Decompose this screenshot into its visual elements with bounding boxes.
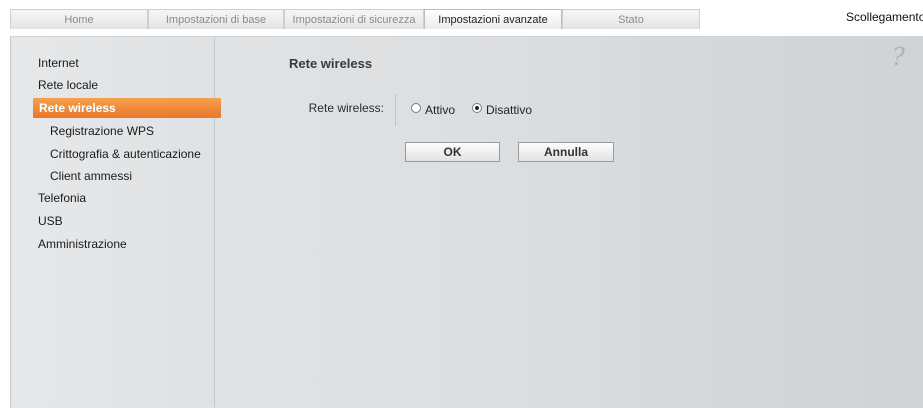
field-divider <box>395 94 396 126</box>
cancel-button[interactable]: Annulla <box>518 142 614 162</box>
tab-stato[interactable]: Stato <box>562 9 700 29</box>
sidebar-nav: Internet Rete locale Rete wireless Regis… <box>11 37 221 407</box>
sidebar-item-client-ammessi[interactable]: Client ammessi <box>50 166 132 186</box>
wireless-field-label: Rete wireless: <box>308 101 384 115</box>
radio-disattivo[interactable] <box>472 103 482 113</box>
page-title: Rete wireless <box>289 56 373 71</box>
tab-impostazioni-di-base[interactable]: Impostazioni di base <box>148 9 284 29</box>
content-frame: Internet Rete locale Rete wireless Regis… <box>10 36 923 408</box>
sidebar-item-internet[interactable]: Internet <box>38 53 79 73</box>
sidebar-item-amministrazione[interactable]: Amministrazione <box>38 234 127 254</box>
radio-attivo-label[interactable]: Attivo <box>425 103 455 117</box>
sidebar-item-rete-locale[interactable]: Rete locale <box>38 75 98 95</box>
radio-disattivo-label[interactable]: Disattivo <box>486 103 532 117</box>
sidebar-item-crittografia-autenticazione[interactable]: Crittografia & autenticazione <box>50 144 201 164</box>
sidebar-item-registrazione-wps[interactable]: Registrazione WPS <box>50 121 154 141</box>
tab-impostazioni-di-sicurezza[interactable]: Impostazioni di sicurezza <box>284 9 424 29</box>
tab-home[interactable]: Home <box>10 9 148 29</box>
ok-button[interactable]: OK <box>405 142 500 162</box>
sidebar-item-usb[interactable]: USB <box>38 211 63 231</box>
tab-impostazioni-avanzate[interactable]: Impostazioni avanzate <box>424 9 562 29</box>
sidebar-item-rete-wireless[interactable]: Rete wireless <box>33 98 221 118</box>
radio-attivo[interactable] <box>411 103 421 113</box>
top-tab-bar: Home Impostazioni di base Impostazioni d… <box>0 0 923 36</box>
sidebar-item-telefonia[interactable]: Telefonia <box>38 188 86 208</box>
help-icon[interactable]: ? <box>892 43 905 71</box>
logout-link[interactable]: Scollegamento <box>846 10 923 24</box>
